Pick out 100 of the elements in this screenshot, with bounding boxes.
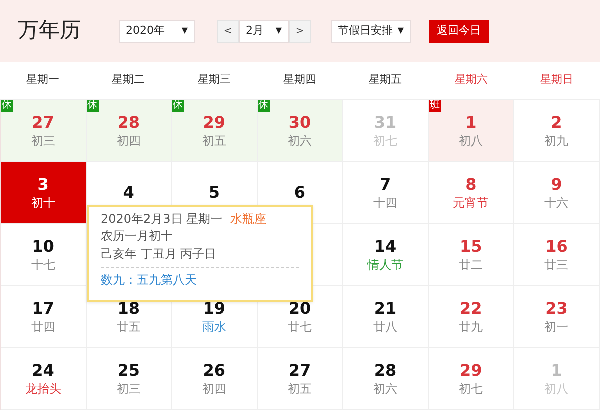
day-number: 26 (203, 360, 226, 380)
day-cell[interactable]: 7 十四 (343, 162, 429, 224)
day-cell[interactable]: 17 廿四 (1, 286, 87, 348)
day-number: 22 (460, 298, 482, 318)
lunar-date: 初一 (544, 320, 569, 334)
day-number: 20 (288, 298, 312, 318)
day-cell[interactable]: 14 情人节 (343, 224, 429, 286)
festival-label: 雨水 (202, 320, 226, 334)
day-cell[interactable]: 24 龙抬头 (1, 348, 87, 410)
caret-icon: ▼ (182, 25, 188, 37)
weekday-label: 星期六 (454, 72, 489, 88)
lunar-date: 廿九 (459, 320, 484, 334)
lunar-date: 初七 (459, 382, 484, 396)
lunar-date: 廿七 (288, 320, 312, 334)
previous-month-button[interactable]: < (217, 20, 239, 42)
day-number: 29 (203, 112, 226, 132)
day-number: 28 (118, 112, 140, 132)
day-cell[interactable]: 21 廿八 (343, 286, 429, 348)
lunar-date: 廿三 (544, 258, 569, 272)
app-title: 万年历 (18, 17, 81, 44)
day-cell[interactable]: 29 初七 (428, 348, 514, 410)
lunar-date: 十六 (544, 196, 569, 210)
day-cell[interactable]: 22 廿九 (428, 286, 514, 348)
lunar-date: 初八 (544, 382, 569, 396)
day-cell[interactable]: 休 30 初六 (258, 100, 344, 162)
day-number: 28 (374, 360, 397, 380)
workday-badge: 班 (428, 100, 441, 112)
holiday-badge: 休 (86, 100, 99, 112)
month-select[interactable]: 2月 ▼ (239, 20, 289, 42)
lunar-date: 初五 (202, 134, 226, 148)
lunar-date: 廿五 (116, 320, 141, 334)
day-cell[interactable]: 休 29 初五 (172, 100, 258, 162)
day-number: 2 (551, 112, 562, 132)
weekday-label: 星期四 (282, 72, 318, 88)
day-number: 19 (203, 298, 226, 318)
weekday-label: 星期二 (111, 72, 146, 88)
day-number: 1 (466, 112, 477, 132)
day-cell[interactable]: 28 初六 (343, 348, 429, 410)
caret-icon: ▼ (276, 25, 282, 37)
day-number: 23 (546, 298, 568, 318)
day-cell[interactable]: 23 初一 (514, 286, 600, 348)
caret-icon: ▼ (398, 25, 404, 37)
lunar-date: 十四 (374, 196, 398, 210)
day-number: 29 (460, 360, 482, 380)
day-number: 5 (208, 182, 220, 202)
lunar-date: 十七 (31, 258, 56, 272)
day-number: 18 (118, 298, 140, 318)
day-cell[interactable]: 休 27 初三 (1, 100, 87, 162)
day-number: 30 (288, 112, 312, 132)
holiday-select[interactable]: 节假日安排 ▼ (331, 20, 411, 42)
day-number: 27 (32, 112, 54, 132)
day-cell[interactable]: 10 十七 (1, 224, 87, 286)
day-cell[interactable]: 8 元宵节 (428, 162, 514, 224)
holiday-badge: 休 (172, 100, 184, 112)
day-number: 14 (374, 236, 397, 256)
day-cell[interactable]: 15 廿二 (428, 224, 514, 286)
lunar-date: 初六 (288, 134, 312, 148)
weekday-label: 星期一 (25, 72, 60, 88)
lunar-date: 初五 (288, 382, 312, 396)
day-cell[interactable]: 9 十六 (514, 162, 600, 224)
weekday-label: 星期三 (196, 72, 232, 88)
day-number: 6 (294, 182, 306, 202)
day-cell[interactable]: 3 初十 (1, 162, 87, 224)
festival-label: 龙抬头 (25, 382, 62, 396)
day-cell[interactable]: 16 廿三 (514, 224, 600, 286)
holiday-badge: 休 (1, 100, 13, 112)
day-number: 10 (32, 236, 54, 256)
lunar-date: 初三 (116, 382, 141, 396)
lunar-date: 初八 (459, 134, 484, 148)
day-number: 17 (32, 298, 54, 318)
day-number: 1 (551, 360, 562, 380)
lunar-date: 初六 (374, 382, 398, 396)
lunar-date: 廿八 (374, 320, 398, 334)
day-cell[interactable]: 2 初九 (514, 100, 600, 162)
lunar-date: 廿四 (31, 320, 56, 334)
day-number: 27 (288, 360, 312, 380)
lunar-date: 初十 (31, 196, 56, 210)
day-number: 4 (123, 182, 134, 202)
day-number: 21 (374, 298, 397, 318)
day-cell[interactable]: 27 初五 (258, 348, 344, 410)
festival-label: 情人节 (368, 258, 404, 272)
day-cell[interactable]: 休 28 初四 (86, 100, 172, 162)
festival-label: 元宵节 (453, 196, 490, 210)
weekday-label: 星期五 (368, 72, 404, 88)
day-cell[interactable]: 25 初三 (86, 348, 172, 410)
day-number: 7 (380, 174, 392, 194)
lunar-date-text: 农历一月初十 (101, 228, 174, 246)
lunar-date: 初九 (544, 134, 569, 148)
day-number: 3 (38, 174, 49, 194)
lunar-date: 初三 (31, 134, 56, 148)
lunar-date: 初七 (374, 134, 398, 148)
lunar-date: 初四 (116, 134, 141, 148)
year-select[interactable]: 2020年 ▼ (119, 20, 195, 42)
next-month-button[interactable]: > (289, 20, 311, 42)
day-number: 24 (32, 360, 54, 380)
day-number: 9 (551, 174, 562, 194)
today-button[interactable]: 返回今日 (429, 20, 489, 42)
day-cell[interactable]: 班 1 初八 (428, 100, 514, 162)
day-number: 16 (546, 236, 568, 256)
day-cell[interactable]: 26 初四 (172, 348, 258, 410)
